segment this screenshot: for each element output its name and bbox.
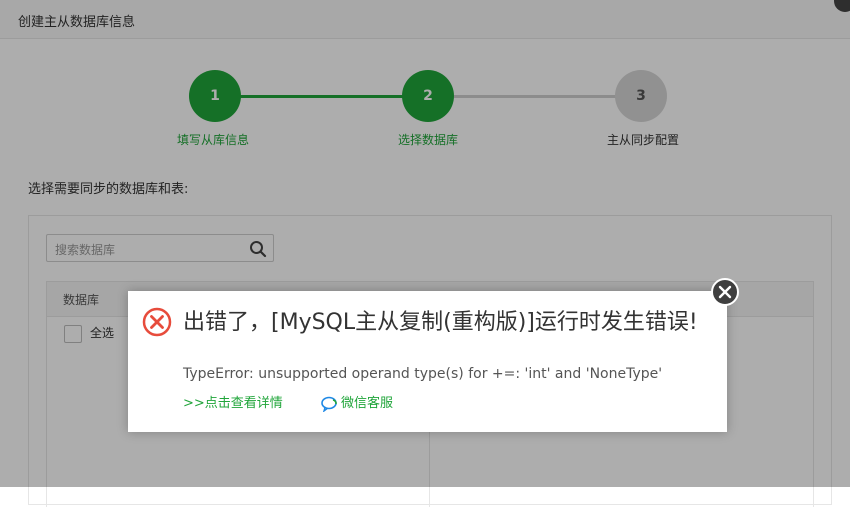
wechat-support-link[interactable]: 微信客服 [321, 392, 393, 413]
error-icon [142, 307, 172, 337]
error-title: 出错了，[MySQL主从复制(重构版)]运行时发生错误! [183, 310, 698, 335]
wechat-support-label: 微信客服 [340, 396, 393, 411]
chat-bubble-icon [321, 396, 337, 413]
error-message: TypeError: unsupported operand type(s) f… [183, 366, 663, 382]
error-dialog: 出错了，[MySQL主从复制(重构版)]运行时发生错误! TypeError: … [128, 291, 727, 432]
view-details-link[interactable]: >>点击查看详情 [183, 392, 283, 411]
close-icon [718, 285, 732, 299]
dialog-links: >>点击查看详情 微信客服 [183, 392, 393, 413]
dialog-close-button[interactable] [711, 278, 739, 306]
